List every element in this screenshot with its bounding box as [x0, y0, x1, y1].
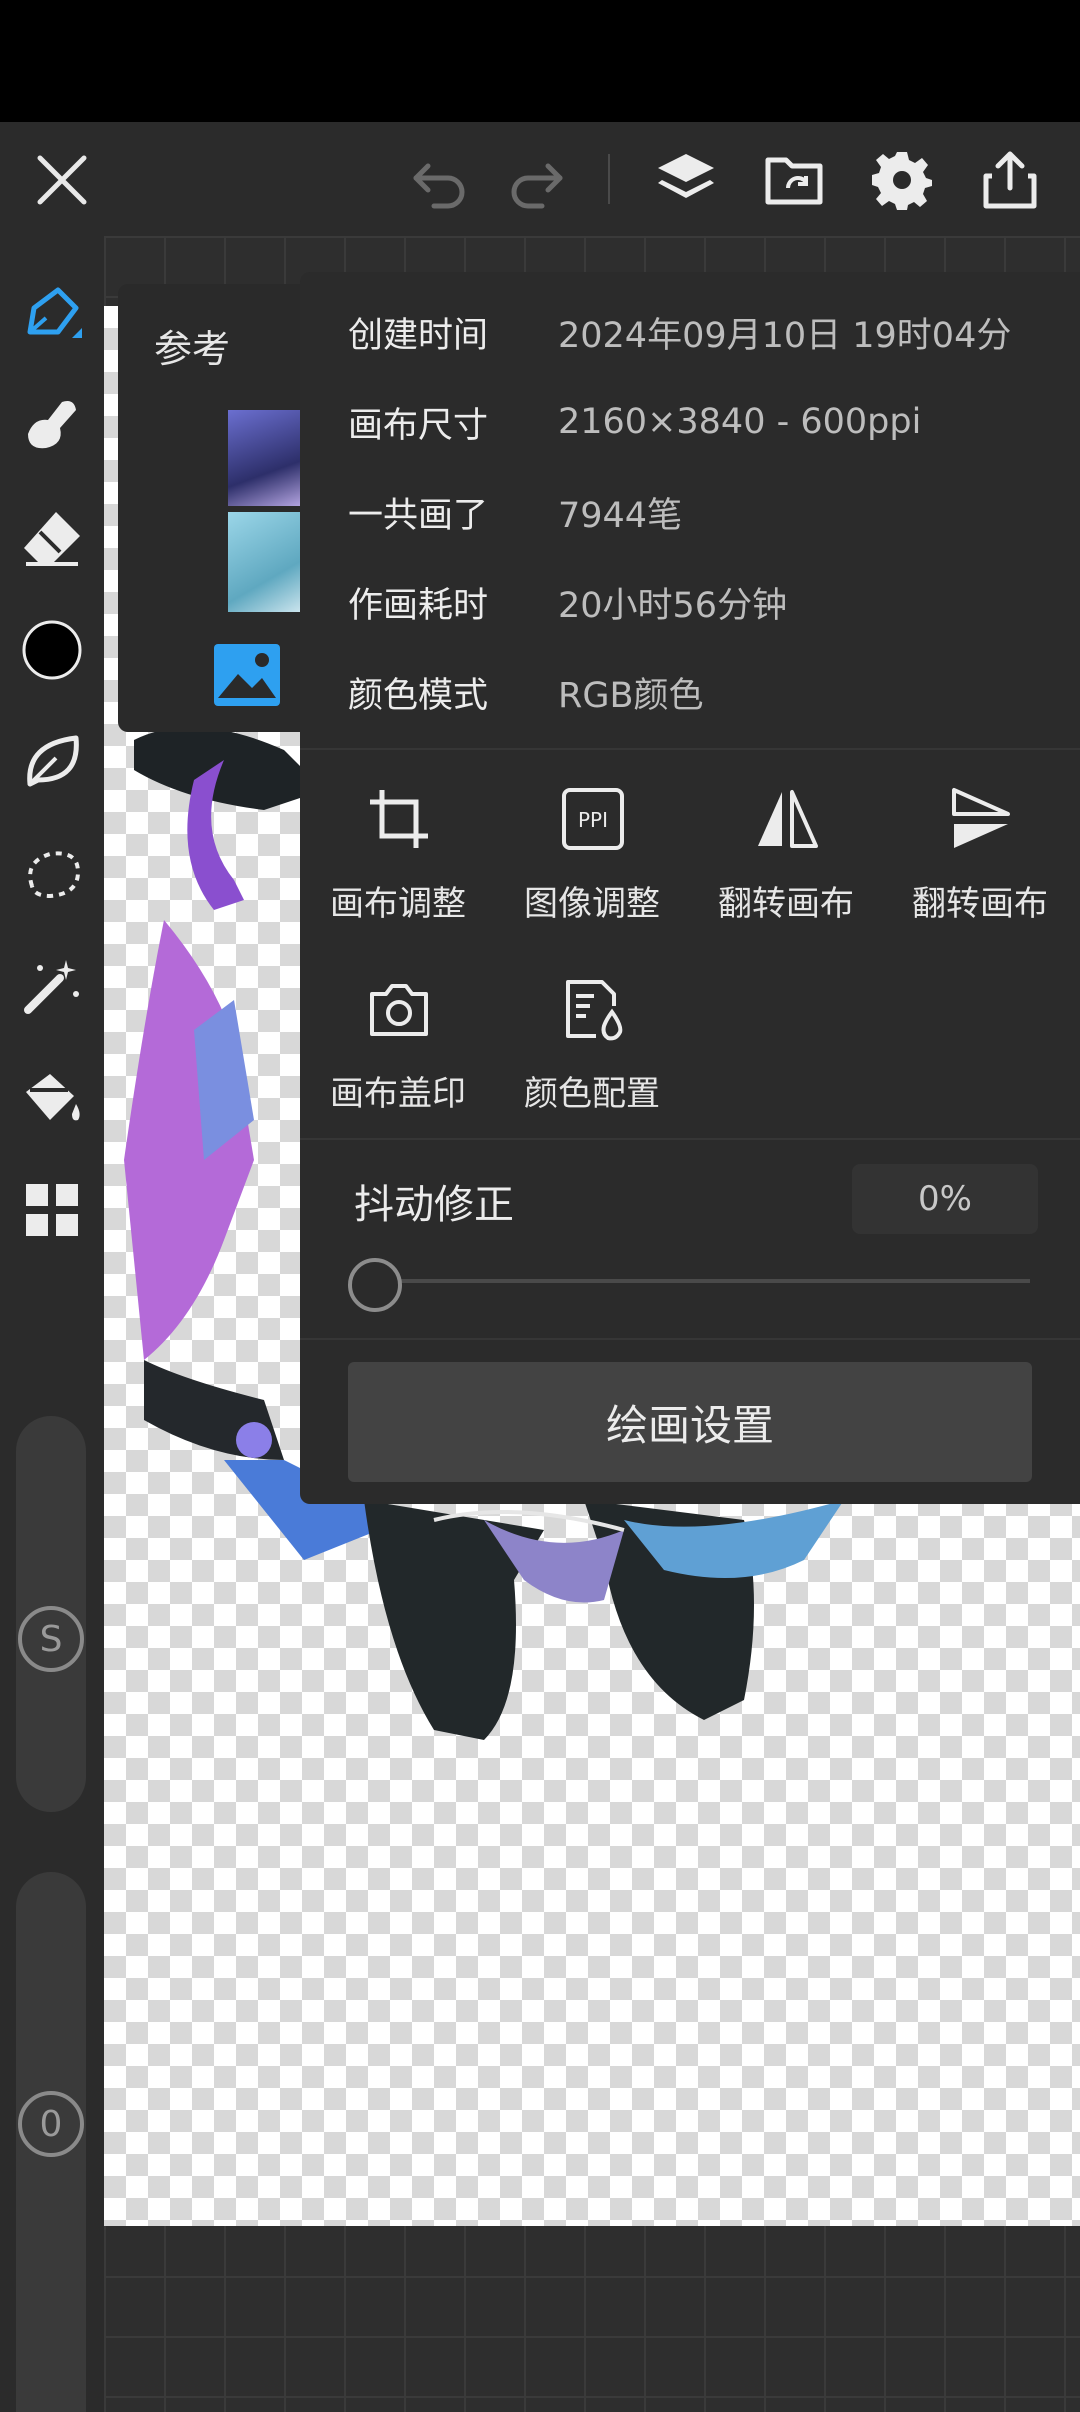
- divider: [300, 1138, 1080, 1140]
- share-button[interactable]: [970, 140, 1050, 220]
- lasso-tool[interactable]: [12, 834, 92, 914]
- paint-settings-button[interactable]: 绘画设置: [348, 1362, 1032, 1482]
- image-adjust-button[interactable]: PPI 图像调整: [494, 778, 690, 938]
- ppi-icon-text: PPI: [578, 808, 608, 832]
- flip-vertical-icon: [952, 788, 1010, 848]
- magic-wand-icon: [24, 960, 79, 1014]
- share-icon: [983, 151, 1037, 209]
- color-picker[interactable]: [12, 610, 92, 690]
- canvas-settings-panel: 创建时间 2024年09月10日 19时04分 画布尺寸 2160×3840 -…: [300, 272, 1080, 1504]
- info-row-time: 作画耗时 20小时56分钟: [348, 572, 787, 632]
- settings-button[interactable]: [862, 140, 942, 220]
- stabilizer-slider-track[interactable]: [374, 1279, 1030, 1283]
- stabilizer-slider-knob[interactable]: [348, 1258, 402, 1312]
- reference-panel: 参考: [118, 284, 318, 732]
- folder-sync-icon: [765, 157, 823, 205]
- info-row-created: 创建时间 2024年09月10日 19时04分: [348, 302, 1011, 362]
- top-toolbar: [0, 122, 1080, 236]
- color-swatch: [22, 620, 82, 680]
- smudge-icon: [28, 401, 76, 449]
- opacity-label: 0: [39, 2103, 63, 2145]
- undo-icon: [413, 163, 465, 209]
- flip-horizontal-button[interactable]: 翻转画布: [688, 778, 884, 938]
- canvas-adjust-button[interactable]: 画布调整: [300, 778, 496, 938]
- info-row-strokes: 一共画了 7944笔: [348, 482, 682, 542]
- camera-icon: [370, 984, 428, 1036]
- grid-icon: [26, 1184, 78, 1236]
- info-label: 作画耗时: [348, 585, 489, 626]
- brush-size-label: S: [39, 1618, 63, 1660]
- left-toolbar: S 0: [0, 236, 104, 2412]
- info-row-size: 画布尺寸 2160×3840 - 600ppi: [348, 392, 921, 452]
- undo-button[interactable]: [400, 140, 480, 220]
- info-label: 创建时间: [348, 315, 489, 356]
- tool-label: 图像调整: [524, 884, 660, 924]
- tool-label: 画布盖印: [330, 1074, 466, 1114]
- info-label: 颜色模式: [348, 675, 489, 716]
- tool-label: 翻转画布: [718, 884, 854, 924]
- close-icon: [37, 155, 87, 205]
- stabilizer-label: 抖动修正: [354, 1182, 514, 1228]
- folder-button[interactable]: [754, 140, 834, 220]
- reference-title: 参考: [154, 327, 231, 371]
- eraser-icon: [24, 512, 80, 566]
- tool-label: 画布调整: [330, 884, 466, 924]
- info-value: RGB颜色: [558, 675, 704, 716]
- info-value: 20小时56分钟: [558, 585, 788, 626]
- divider: [300, 748, 1080, 750]
- info-label: 一共画了: [348, 495, 489, 536]
- close-button[interactable]: [22, 140, 102, 220]
- tool-label: 翻转画布: [912, 884, 1048, 924]
- smudge-tool[interactable]: [12, 386, 92, 466]
- opacity-knob[interactable]: 0: [18, 2091, 84, 2157]
- layers-button[interactable]: [646, 140, 726, 220]
- stabilizer-value[interactable]: 0%: [852, 1164, 1038, 1234]
- flip-vertical-button[interactable]: 翻转画布: [882, 778, 1078, 938]
- fill-bucket-icon: [26, 1074, 80, 1121]
- info-value: 2024年09月10日 19时04分: [558, 315, 1012, 356]
- layers-icon: [658, 154, 714, 198]
- redo-icon: [511, 163, 563, 209]
- info-value: 2160×3840 - 600ppi: [558, 402, 922, 442]
- fill-tool[interactable]: [12, 1058, 92, 1138]
- toolbar-divider: [608, 154, 610, 204]
- pen-tool[interactable]: [12, 274, 92, 354]
- info-row-color-mode: 颜色模式 RGB颜色: [348, 662, 703, 722]
- flip-horizontal-icon: [758, 790, 818, 848]
- more-tools[interactable]: [12, 1170, 92, 1250]
- canvas-stamp-button[interactable]: 画布盖印: [300, 968, 496, 1128]
- redo-button[interactable]: [496, 140, 576, 220]
- status-bar: [0, 0, 1080, 122]
- image-icon[interactable]: [210, 640, 294, 712]
- pen-icon: [27, 287, 82, 338]
- blur-tool[interactable]: [12, 722, 92, 802]
- ppi-icon: PPI: [562, 788, 624, 850]
- leaf-icon: [27, 735, 79, 787]
- info-value: 7944笔: [558, 495, 683, 536]
- color-profile-icon: [566, 980, 623, 1041]
- magic-wand-tool[interactable]: [12, 946, 92, 1026]
- info-label: 画布尺寸: [348, 405, 489, 446]
- lasso-icon: [28, 851, 81, 899]
- eraser-tool[interactable]: [12, 498, 92, 578]
- color-profile-button[interactable]: 颜色配置: [494, 968, 690, 1128]
- crop-icon: [370, 790, 428, 848]
- divider: [300, 1338, 1080, 1340]
- brush-size-knob[interactable]: S: [18, 1606, 84, 1672]
- gear-icon: [872, 152, 932, 210]
- tool-label: 颜色配置: [524, 1074, 660, 1114]
